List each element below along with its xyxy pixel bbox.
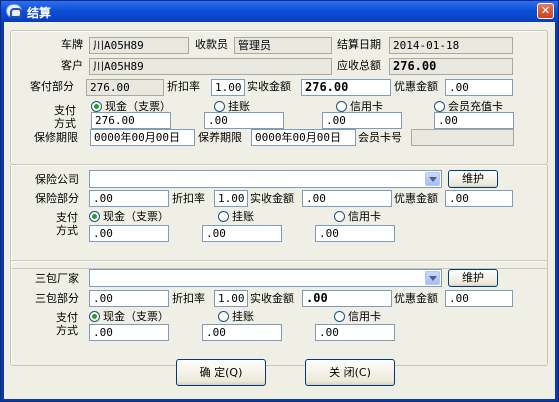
member-card-no-field [411,129,514,146]
customer-field: 川A05H89 [89,58,332,75]
window-title: 结算 [27,6,52,20]
insurance-part-label: 保险部分 [35,192,79,205]
warranty-vendor-maintain-button[interactable]: 维护 [448,269,498,287]
insurance-received-label: 实收金额 [250,192,294,205]
radio-icon [218,311,229,322]
warranty-vendor-label: 三包厂家 [35,272,79,285]
warranty-part-label: 三包部分 [35,292,79,305]
warranty-credit-account-amount-field[interactable]: .00 [202,324,282,341]
credit-account-amount-field[interactable]: .00 [204,112,284,129]
radio-selected-icon [91,101,102,112]
customer-label: 客户 [61,59,83,72]
warranty-preferential-label: 优惠金额 [394,292,438,305]
radio-icon [334,311,345,322]
close-button[interactable]: 关 闭(C) [305,359,395,386]
dialog-body: 车牌 川A05H89 收款员 管理员 结算日期 2014-01-18 客户 川A… [4,22,555,399]
warranty-vendor-select[interactable] [89,269,442,287]
warranty-preferential-field[interactable]: .00 [445,290,513,307]
warranty-discount-field[interactable]: 1.00 [214,290,248,307]
app-icon [6,4,22,18]
warranty-received-field[interactable]: .00 [302,290,392,307]
customer-part-label: 客付部分 [30,80,74,93]
cash-amount-field[interactable]: 276.00 [91,112,171,129]
insurance-credit-account-amount-field[interactable]: .00 [202,225,282,242]
insurance-credit-card-amount-field[interactable]: .00 [315,225,395,242]
insurance-pay-method-label: 支付方式 [56,211,78,237]
insurance-pay-option-credit-account[interactable]: 挂账 [218,210,254,223]
received-amount-field[interactable]: 276.00 [301,79,391,96]
warranty-discount-label: 折扣率 [172,292,205,305]
customer-part-field: 276.00 [86,79,164,96]
warranty-period-field[interactable]: 0000年00月00日 [90,129,195,146]
settlement-window: 结算 ✕ 车牌 川A05H89 收款员 管理员 结算日期 2014-01-18 … [0,0,559,402]
insurance-discount-field[interactable]: 1.00 [214,190,248,207]
radio-icon [334,211,345,222]
warranty-pay-option-cash[interactable]: 现金（支票） [89,310,169,323]
member-card-amount-field[interactable]: .00 [434,112,514,129]
warranty-cash-amount-field[interactable]: .00 [89,324,169,341]
received-amount-label: 实收金额 [247,80,291,93]
insurance-preferential-label: 优惠金额 [394,192,438,205]
close-window-button[interactable]: ✕ [537,3,554,19]
plate-label: 车牌 [61,38,83,51]
chevron-down-icon[interactable] [425,172,440,186]
pay-method-label: 支付方式 [54,104,76,130]
cashier-field: 管理员 [234,37,332,54]
settle-date-field: 2014-01-18 [389,37,513,54]
cashier-label: 收款员 [195,38,228,51]
radio-icon [218,211,229,222]
insurance-part-field[interactable]: .00 [89,190,169,207]
settle-date-label: 结算日期 [337,38,381,51]
radio-icon [214,101,225,112]
maintenance-period-label: 保养期限 [198,131,242,144]
insurance-company-label: 保险公司 [35,173,79,186]
radio-icon [336,101,347,112]
confirm-button[interactable]: 确 定(Q) [176,359,266,386]
discount-rate-field[interactable]: 1.00 [211,79,245,96]
warranty-credit-card-amount-field[interactable]: .00 [315,324,395,341]
preferential-amount-label: 优惠金额 [394,80,438,93]
radio-selected-icon [89,211,100,222]
chevron-down-icon[interactable] [425,271,440,285]
discount-rate-label: 折扣率 [167,80,200,93]
insurance-company-select[interactable] [89,170,442,188]
warranty-received-label: 实收金额 [250,292,294,305]
warranty-period-label: 保修期限 [34,131,78,144]
warranty-pay-option-credit-card[interactable]: 信用卡 [334,310,381,323]
warranty-part-field[interactable]: .00 [89,290,169,307]
total-due-field: 276.00 [389,58,513,75]
preferential-amount-field[interactable]: .00 [445,79,513,96]
insurance-cash-amount-field[interactable]: .00 [89,225,169,242]
insurance-pay-option-credit-card[interactable]: 信用卡 [334,210,381,223]
title-bar[interactable]: 结算 ✕ [1,1,558,22]
credit-card-amount-field[interactable]: .00 [322,112,402,129]
member-card-no-label: 会员卡号 [358,131,402,144]
insurance-preferential-field[interactable]: .00 [445,190,513,207]
warranty-pay-method-label: 支付方式 [56,311,78,337]
insurance-discount-label: 折扣率 [172,192,205,205]
radio-icon [434,101,445,112]
radio-selected-icon [89,311,100,322]
insurance-maintain-button[interactable]: 维护 [448,170,498,188]
maintenance-period-field[interactable]: 0000年00月00日 [251,129,356,146]
insurance-pay-option-cash[interactable]: 现金（支票） [89,210,169,223]
total-due-label: 应收总额 [337,59,381,72]
warranty-pay-option-credit-account[interactable]: 挂账 [218,310,254,323]
insurance-received-field[interactable]: .00 [302,190,392,207]
plate-field: 川A05H89 [89,37,189,54]
